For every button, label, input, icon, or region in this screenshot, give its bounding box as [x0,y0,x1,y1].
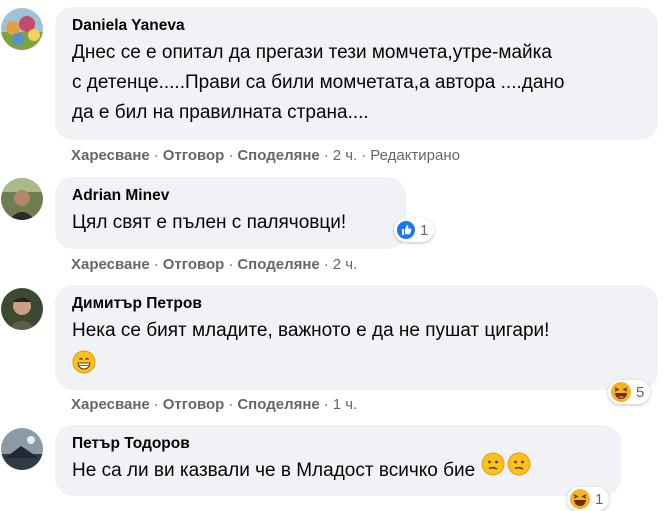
avatar[interactable] [1,288,43,330]
comment-text: Не са ли ви казвали че в Младост всичко … [72,460,476,482]
reaction-count: 5 [636,383,645,401]
comment-actions: Харесване · Отговор · Споделяне · 1 ч. [71,395,357,415]
comment-text-line: Днес се е опитал да прегази тези момчета… [72,42,552,63]
separator: · [153,396,159,413]
reply-link[interactable]: Отговор [163,147,225,164]
share-link[interactable]: Споделяне [237,147,319,164]
separator: · [323,256,329,273]
reaction-count: 1 [595,490,604,508]
comment-bubble: Daniela Yaneva Днес се е опитал да прега… [55,7,658,140]
comment-author[interactable]: Daniela Yaneva [72,16,642,36]
separator: · [228,147,234,164]
reaction-summary[interactable]: 1 [394,218,435,242]
avatar[interactable] [1,428,43,470]
like-icon [396,220,416,240]
timestamp-link[interactable]: 1 ч. [333,396,358,413]
separator: · [228,256,234,273]
comment-author[interactable]: Димитър Петров [72,294,642,314]
comment-text-line: Не са ли ви казвали че в Младост всичко … [72,452,605,486]
confused-emoji-icon [481,452,505,486]
comment-text-line: да е бил на правилната страна.... [72,102,369,123]
like-link[interactable]: Харесване [71,256,150,273]
share-link[interactable]: Споделяне [237,256,319,273]
timestamp-link[interactable]: 2 ч. [333,256,358,273]
reaction-summary[interactable]: 1 [567,487,610,511]
comment-bubble: Петър Тодоров Не са ли ви казвали че в М… [55,425,621,496]
comment-text-line: с детенце.....Прави са били момчетата,а … [72,72,565,93]
confused-emoji-icon [507,452,531,486]
separator: · [228,396,234,413]
comment-actions: Харесване · Отговор · Споделяне · 2 ч. [71,255,357,275]
comment-author[interactable]: Adrian Minev [72,186,390,206]
reply-link[interactable]: Отговор [163,256,225,273]
comment-bubble: Adrian Minev Цял свят е пълен с палячовц… [55,177,406,249]
reaction-count: 1 [420,221,429,239]
comment-text-line: Цял свят е пълен с палячовци! [72,212,347,233]
haha-icon [610,381,632,403]
timestamp-link[interactable]: 2 ч. [333,147,358,164]
separator: · [153,147,159,164]
grin-emoji-icon [72,350,96,379]
separator: · [323,396,329,413]
like-link[interactable]: Харесване [71,147,150,164]
like-link[interactable]: Харесване [71,396,150,413]
haha-icon [569,488,591,510]
avatar[interactable] [1,178,43,220]
comment-bubble: Димитър Петров Нека се бият младите, важ… [55,285,658,390]
share-link[interactable]: Споделяне [237,396,319,413]
edited-label: Редактирано [370,147,460,164]
reply-link[interactable]: Отговор [163,396,225,413]
separator: · [153,256,159,273]
separator: · [323,147,329,164]
separator: · [361,147,367,164]
avatar[interactable] [1,8,43,50]
comment-author[interactable]: Петър Тодоров [72,434,605,454]
comment-text-line: Нека се бият младите, важното е да не пу… [72,320,550,341]
reaction-summary[interactable]: 5 [608,380,651,404]
comment-actions: Харесване · Отговор · Споделяне · 2 ч. · Редакти… [71,146,460,166]
